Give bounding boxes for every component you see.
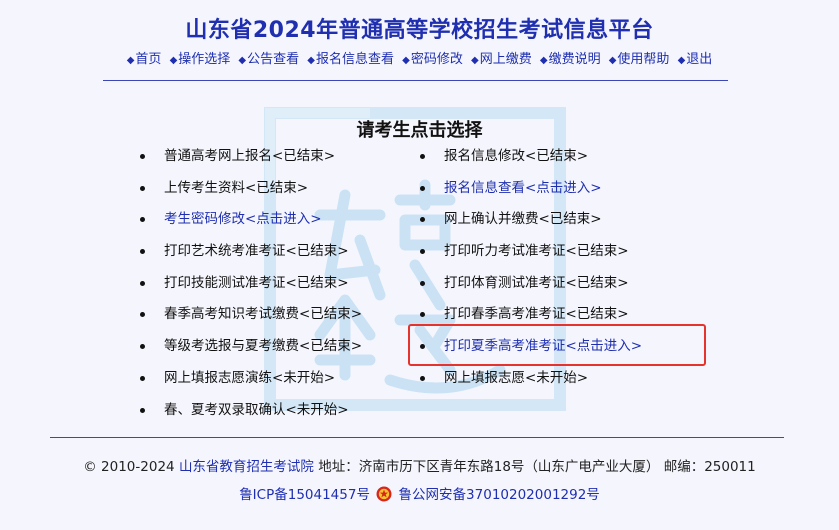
- password-change-link[interactable]: 考生密码修改<点击进入>: [140, 208, 362, 240]
- nav-online-payment[interactable]: ◆网上缴费: [471, 52, 532, 67]
- nav-help[interactable]: ◆使用帮助: [609, 52, 670, 67]
- list-item: 春季高考知识考试缴费<已结束>: [140, 303, 362, 335]
- list-item: 网上填报志愿演练<未开始>: [140, 367, 362, 399]
- bullet-icon: [140, 375, 145, 381]
- list-item: 普通高考网上报名<已结束>: [140, 145, 362, 177]
- bullet-icon: [140, 344, 145, 350]
- bullet-icon: [420, 375, 425, 381]
- list-item: 打印听力考试准考证<已结束>: [420, 240, 642, 272]
- police-record-link[interactable]: 鲁公网安备37010202001292号: [399, 487, 600, 503]
- section-title: 请考生点击选择: [356, 120, 483, 141]
- bullet-icon: [420, 312, 425, 318]
- police-emblem-icon: [376, 486, 392, 502]
- divider-top: [103, 80, 728, 81]
- bullet-icon: [420, 217, 425, 223]
- footer-copyright: © 2010-2024 山东省教育招生考试院 地址：济南市历下区青年东路18号（…: [83, 459, 756, 475]
- bullet-icon: [140, 217, 145, 223]
- list-item: 打印体育测试准考证<已结束>: [420, 272, 642, 304]
- list-item: 上传考生资料<已结束>: [140, 177, 362, 209]
- nav-payment-instructions[interactable]: ◆缴费说明: [540, 52, 601, 67]
- registration-info-view-link[interactable]: 报名信息查看<点击进入>: [420, 177, 642, 209]
- bullet-icon: [420, 154, 425, 159]
- highlight-box: [408, 324, 706, 366]
- nav-home[interactable]: ◆首页: [127, 52, 162, 67]
- list-item: 打印技能测试准考证<已结束>: [140, 272, 362, 304]
- list-item: 打印艺术统考准考证<已结束>: [140, 240, 362, 272]
- bullet-icon: [420, 185, 425, 191]
- bullet-icon: [140, 185, 145, 191]
- bullet-icon: [420, 280, 425, 286]
- list-item: 网上确认并缴费<已结束>: [420, 208, 642, 240]
- left-option-list: 普通高考网上报名<已结束> 上传考生资料<已结束> 考生密码修改<点击进入> 打…: [140, 145, 362, 430]
- list-item: 等级考选报与夏考缴费<已结束>: [140, 335, 362, 367]
- list-item: 报名信息修改<已结束>: [420, 145, 642, 177]
- nav-announcements[interactable]: ◆公告查看: [238, 52, 299, 67]
- page-title: 山东省2024年普通高等学校招生考试信息平台: [185, 18, 654, 43]
- icp-link[interactable]: 鲁ICP备15041457号: [239, 487, 370, 503]
- footer-records: 鲁ICP备15041457号 鲁公网安备37010202001292号: [0, 483, 839, 503]
- org-link[interactable]: 山东省教育招生考试院: [179, 459, 314, 475]
- list-item: 春、夏考双录取确认<未开始>: [140, 399, 362, 431]
- nav-logout[interactable]: ◆退出: [678, 52, 713, 67]
- bullet-icon: [140, 312, 145, 318]
- top-nav: ◆首页 ◆操作选择 ◆公告查看 ◆报名信息查看 ◆密码修改 ◆网上缴费 ◆缴费说…: [0, 48, 839, 67]
- nav-operation-select[interactable]: ◆操作选择: [170, 52, 231, 67]
- divider-bottom: [50, 437, 784, 438]
- nav-registration-info[interactable]: ◆报名信息查看: [307, 52, 394, 67]
- nav-password-change[interactable]: ◆密码修改: [402, 52, 463, 67]
- bullet-icon: [420, 249, 425, 255]
- bullet-icon: [140, 249, 145, 255]
- bullet-icon: [140, 280, 145, 286]
- list-item: 网上填报志愿<未开始>: [420, 367, 642, 399]
- bullet-icon: [140, 154, 145, 159]
- bullet-icon: [140, 407, 145, 413]
